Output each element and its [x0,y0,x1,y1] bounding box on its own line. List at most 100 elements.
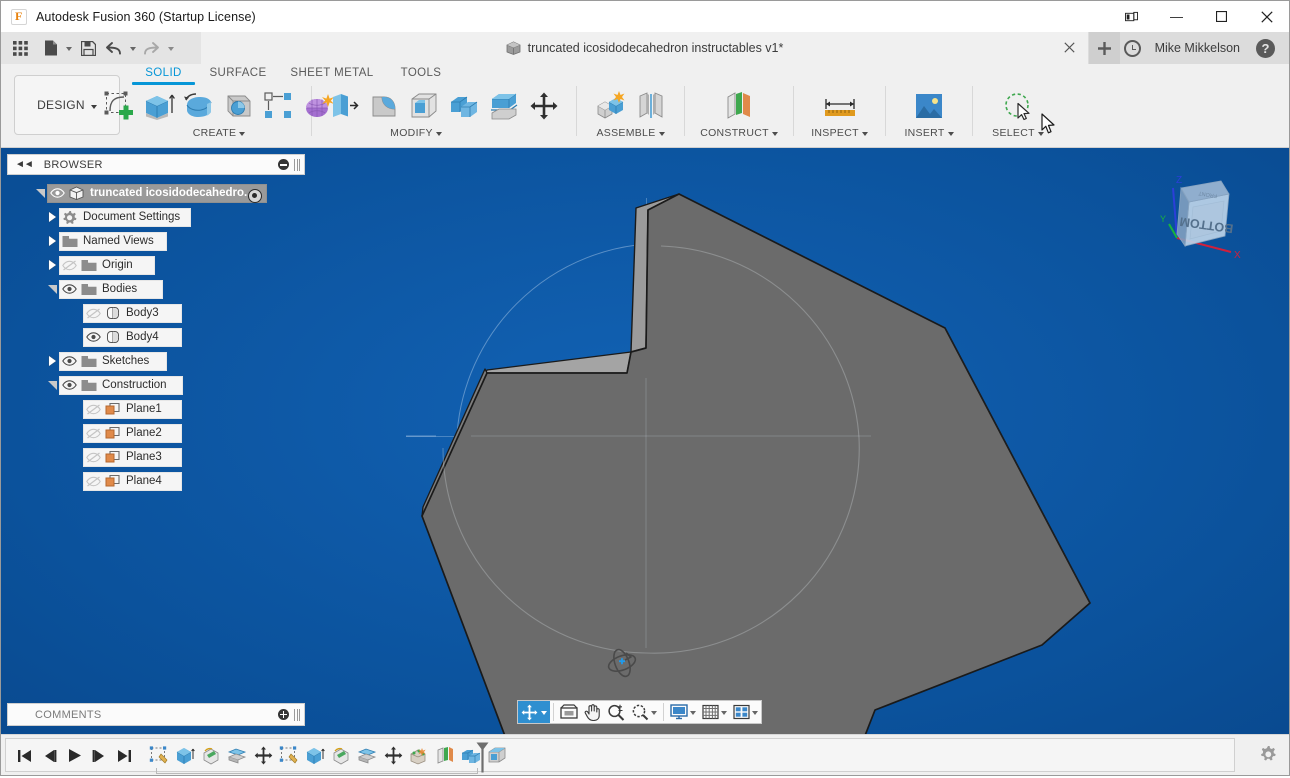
press-pull-icon[interactable] [324,85,364,127]
tree-item-sketches[interactable]: Sketches [59,349,167,373]
step-forward-button[interactable] [87,743,112,768]
tree-row-root[interactable]: truncated icosidodecahedro... [7,181,305,205]
insert-image-icon[interactable] [909,85,949,127]
timeline-feature-pattern[interactable] [406,743,432,768]
timeline-feature-move[interactable] [250,743,276,768]
zoom-window-button[interactable] [628,701,660,723]
pan-button[interactable] [581,701,604,723]
new-component-icon[interactable] [591,85,631,127]
tree-row-construction[interactable]: Construction [7,373,305,397]
collapse-left-icon[interactable]: ◄◄ [15,159,34,170]
tree-item-named-views[interactable]: Named Views [59,231,167,251]
grid-apps-icon[interactable] [7,32,33,64]
close-button[interactable] [1244,1,1289,32]
minus-circle-icon[interactable] [278,159,289,170]
tree-row-named-views[interactable]: Named Views [7,229,305,253]
new-file-dropdown-icon[interactable] [61,32,75,64]
maximize-button[interactable] [1199,1,1244,32]
tree-item-body3[interactable]: Body3 [83,301,182,325]
redo-icon[interactable] [139,32,163,64]
orbit-button[interactable] [518,701,550,723]
save-icon[interactable] [75,32,101,64]
zoom-button[interactable] [604,701,628,723]
timeline-feature-plane[interactable] [432,743,458,768]
user-name-label[interactable]: Mike Mikkelson [1155,41,1240,55]
display-settings-button[interactable] [667,701,699,723]
timeline-feature-offset[interactable] [354,743,380,768]
timeline-feature-revolve[interactable] [198,743,224,768]
tree-item-root[interactable]: truncated icosidodecahedro... [47,183,267,203]
visibility-eye-icon[interactable] [60,373,79,397]
minimize-button[interactable]: — [1154,1,1199,32]
tree-row-plane3[interactable]: Plane3 [7,445,305,469]
tree-item-plane1[interactable]: Plane1 [83,399,182,419]
tree-row-sketches[interactable]: Sketches [7,349,305,373]
shell-icon[interactable] [404,85,444,127]
tree-row-plane4[interactable]: Plane4 [7,469,305,493]
panel-assemble-label[interactable]: ASSEMBLE [596,127,665,139]
sweep-icon[interactable] [219,85,259,127]
chevron-down-icon[interactable] [651,711,657,715]
tree-row-plane1[interactable]: Plane1 [7,397,305,421]
visibility-eye-off-icon[interactable] [84,469,103,493]
fillet-icon[interactable] [364,85,404,127]
restore-down-icon[interactable] [1109,1,1154,32]
pattern-icon[interactable] [259,85,299,127]
settings-gear-icon[interactable] [1257,743,1279,765]
measure-icon[interactable] [820,85,860,127]
visibility-eye-icon[interactable] [60,349,79,373]
visibility-eye-off-icon[interactable] [84,445,103,469]
timeline-feature-sketch[interactable] [146,743,172,768]
panel-create-label[interactable]: CREATE [193,127,246,139]
visibility-eye-icon[interactable] [60,277,79,301]
viewports-button[interactable] [730,701,761,723]
tree-row-body4[interactable]: Body4 [7,325,305,349]
go-to-end-button[interactable] [112,743,137,768]
expander-closed-icon[interactable] [45,205,59,229]
tree-row-body3[interactable]: Body3 [7,301,305,325]
timeline-feature-sketch[interactable] [276,743,302,768]
play-button[interactable] [62,743,87,768]
panel-select-label[interactable]: SELECT [992,127,1044,139]
clock-icon[interactable] [1123,39,1141,57]
document-tab[interactable]: truncated icosidodecahedron instructable… [201,32,1088,64]
expander-closed-icon[interactable] [45,253,59,277]
new-file-icon[interactable] [41,32,61,64]
timeline-feature-move[interactable] [380,743,406,768]
visibility-eye-off-icon[interactable] [60,253,79,277]
revolve-icon[interactable] [179,85,219,127]
timeline-feature-offset[interactable] [224,743,250,768]
extrude-icon[interactable] [139,85,179,127]
plus-circle-icon[interactable] [278,709,289,720]
tree-item-bodies[interactable]: Bodies [59,277,163,301]
offset-plane-icon[interactable] [719,85,759,127]
expander-closed-icon[interactable] [45,349,59,373]
step-back-button[interactable] [37,743,62,768]
go-to-start-button[interactable] [12,743,37,768]
view-cube[interactable]: Z X Y BOTTOM FRONT [1151,166,1251,266]
tree-row-plane2[interactable]: Plane2 [7,421,305,445]
grid-snaps-button[interactable] [699,701,730,723]
expander-open-icon[interactable] [45,373,59,397]
tab-surface[interactable]: SURFACE [195,63,281,83]
new-tab-button[interactable] [1089,32,1120,64]
tree-item-plane3[interactable]: Plane3 [83,445,182,469]
tree-row-origin[interactable]: Origin [7,253,305,277]
visibility-eye-off-icon[interactable] [84,301,103,325]
active-component-radio[interactable] [248,188,262,203]
redo-dropdown-icon[interactable] [163,32,177,64]
tab-tools[interactable]: TOOLS [383,63,459,83]
tree-item-origin[interactable]: Origin [59,253,155,277]
combine-icon[interactable] [444,85,484,127]
chevron-down-icon[interactable] [721,711,727,715]
resize-grip-icon[interactable] [294,158,300,171]
expander-closed-icon[interactable] [45,229,59,253]
expander-open-icon[interactable] [33,181,47,205]
panel-inspect-label[interactable]: INSPECT [811,127,868,139]
timeline-feature-extrude[interactable] [302,743,328,768]
undo-icon[interactable] [101,32,125,64]
tree-item-plane4[interactable]: Plane4 [83,469,182,493]
panel-insert-label[interactable]: INSERT [904,127,954,139]
create-sketch-icon[interactable] [99,85,139,127]
resize-grip-icon[interactable] [294,708,300,721]
